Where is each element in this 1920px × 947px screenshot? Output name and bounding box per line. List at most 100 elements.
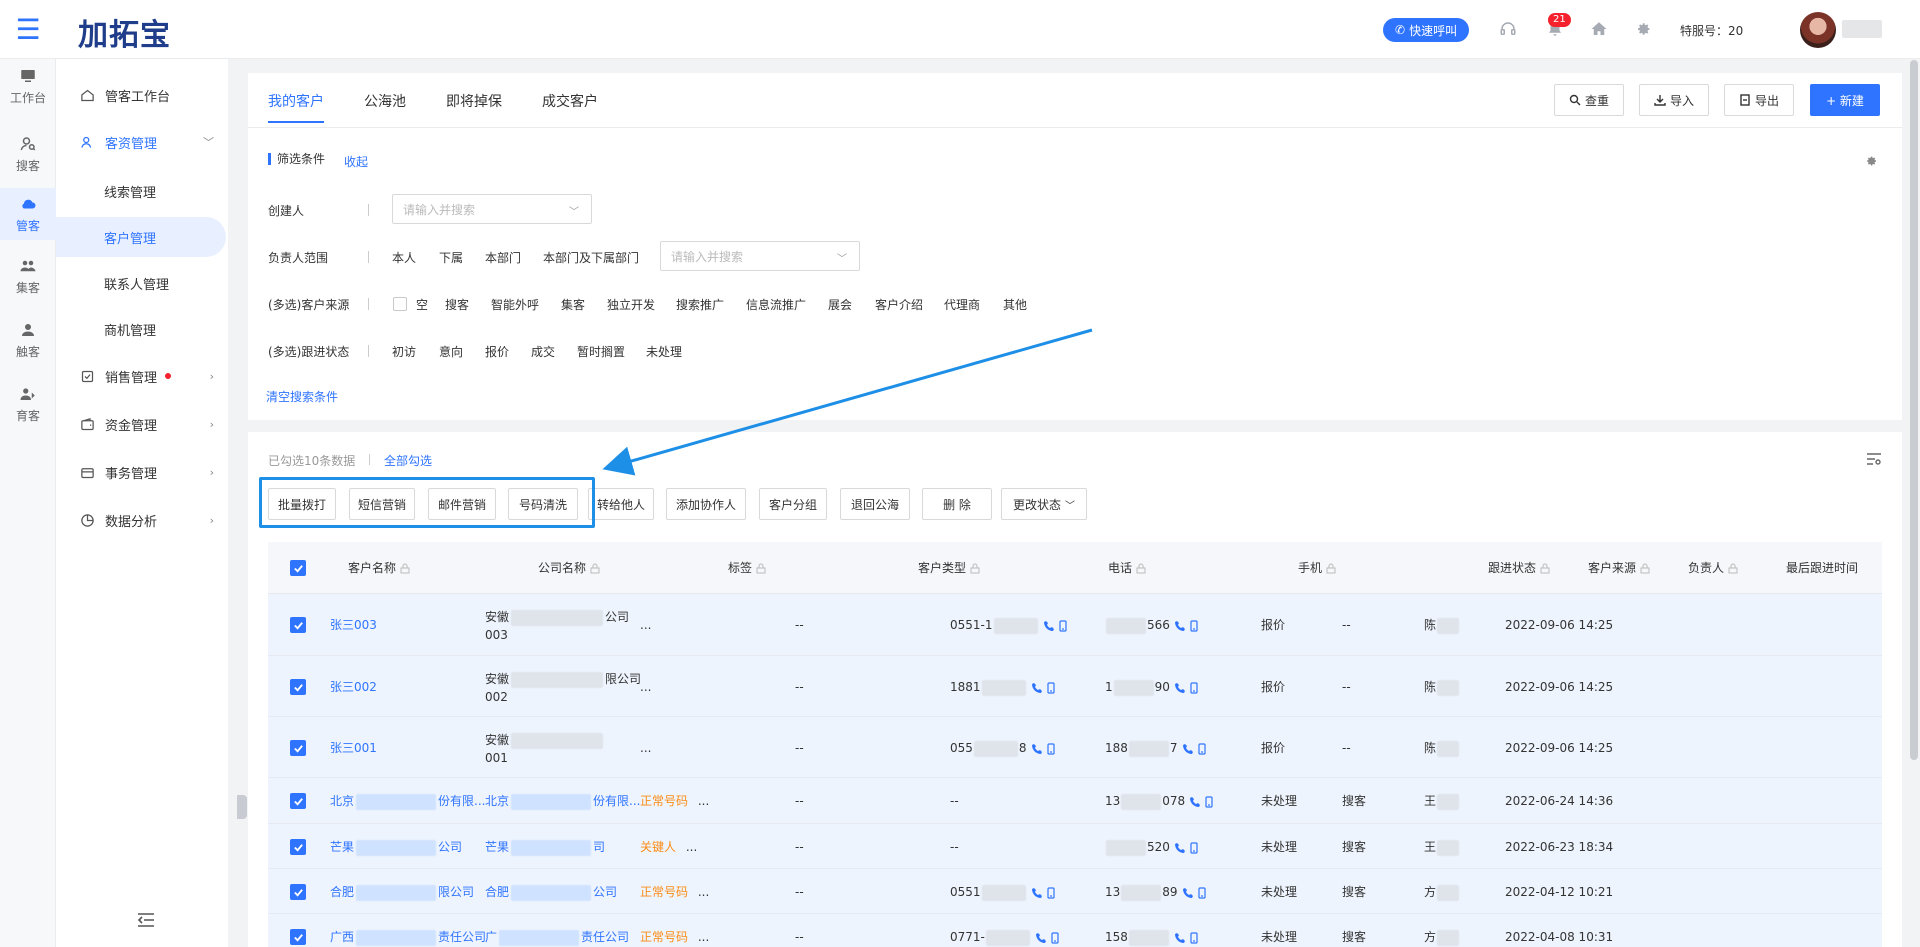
rail-item-workbench[interactable]: 工作台 [0, 60, 56, 112]
mobile-call-icon[interactable] [1045, 681, 1057, 694]
mobile-call-icon[interactable] [1045, 742, 1057, 755]
source-option-feed-ads[interactable]: 信息流推广 [746, 296, 806, 313]
mobile-call-icon[interactable] [1188, 681, 1200, 694]
rail-item-manage-customers[interactable]: 管客 [0, 188, 56, 240]
column-header[interactable]: 客户类型 [918, 559, 980, 577]
table-row[interactable]: 张三002 安徽 限公司 002... -- 1881 1 90 报价 -- 陈 2022-09-06… [268, 656, 1882, 717]
hamburger-menu-icon[interactable]: ☰ [0, 0, 56, 59]
column-header[interactable]: 负责人 [1688, 559, 1738, 577]
export-button[interactable]: 导出 [1724, 84, 1794, 116]
side-item-customer-resources[interactable]: 客资管理 ﹀ [56, 122, 228, 162]
column-header[interactable]: 最后跟进时间 [1786, 559, 1858, 577]
column-settings-icon[interactable] [1866, 452, 1882, 466]
company-name-link[interactable]: 广责任公司 [485, 928, 629, 946]
row-checkbox[interactable] [290, 929, 306, 945]
sms-marketing-button[interactable]: 短信营销 [349, 488, 415, 520]
call-icon[interactable] [1031, 887, 1043, 899]
row-checkbox[interactable] [290, 839, 306, 855]
customer-name-link[interactable]: 张三001 [330, 739, 377, 757]
quick-call-button[interactable]: ✆ 快速呼叫 [1383, 18, 1470, 42]
tab-public-pool[interactable]: 公海池 [364, 91, 406, 121]
panel-collapse-handle[interactable] [237, 795, 247, 819]
change-status-dropdown[interactable]: 更改状态 ﹀ [1001, 488, 1087, 520]
headset-icon[interactable] [1497, 18, 1519, 40]
filter-collapse-link[interactable]: 收起 [344, 153, 368, 170]
status-option-closed[interactable]: 成交 [531, 343, 555, 360]
row-checkbox[interactable] [290, 617, 306, 633]
column-header[interactable]: 公司名称 [538, 559, 600, 577]
owner-search-input[interactable]: 请输入并搜索 ﹀ [660, 241, 860, 271]
table-row[interactable]: 张三003 安徽 公司 003... -- 0551-1 566 报价 -- 陈 2022-09-0… [268, 594, 1882, 656]
settings-gear-icon[interactable] [1632, 18, 1654, 40]
call-icon[interactable] [1182, 743, 1194, 755]
tab-expiring[interactable]: 即将掉保 [446, 91, 502, 121]
delete-button[interactable]: 删 除 [922, 488, 992, 520]
status-option-on-hold[interactable]: 暂时搁置 [577, 343, 625, 360]
column-header[interactable]: 跟进状态 [1488, 559, 1550, 577]
call-icon[interactable] [1189, 796, 1201, 808]
mobile-call-icon[interactable] [1188, 931, 1200, 944]
column-header[interactable]: 标签 [728, 559, 766, 577]
side-sub-customers[interactable]: 客户管理 [56, 217, 226, 257]
customer-name-link[interactable]: 广西 责任公司 [330, 928, 486, 946]
source-option-referral[interactable]: 客户介绍 [875, 296, 923, 313]
owner-option-department[interactable]: 本部门 [485, 249, 521, 266]
customer-name-link[interactable]: 张三002 [330, 678, 377, 696]
customer-name-link[interactable]: 张三003 [330, 616, 377, 634]
select-all-link[interactable]: 全部勾选 [384, 452, 432, 469]
column-header[interactable]: 客户名称 [348, 559, 410, 577]
customer-name-link[interactable]: 合肥 限公司 [330, 883, 474, 901]
call-icon[interactable] [1035, 932, 1047, 944]
call-icon[interactable] [1043, 620, 1055, 632]
status-option-intent[interactable]: 意向 [439, 343, 463, 360]
call-icon[interactable] [1031, 682, 1043, 694]
email-marketing-button[interactable]: 邮件营销 [428, 488, 496, 520]
rail-item-gather-customers[interactable]: 集客 [0, 250, 56, 302]
customer-group-button[interactable]: 客户分组 [759, 488, 827, 520]
call-icon[interactable] [1174, 932, 1186, 944]
owner-option-self[interactable]: 本人 [392, 249, 416, 266]
rail-item-reach-customers[interactable]: 触客 [0, 314, 56, 366]
status-option-first-visit[interactable]: 初访 [392, 343, 416, 360]
side-item-affairs[interactable]: 事务管理 › [56, 452, 228, 492]
side-sub-leads[interactable]: 线索管理 [56, 171, 228, 211]
call-icon[interactable] [1031, 743, 1043, 755]
column-header[interactable]: 客户来源 [1588, 559, 1650, 577]
side-item-analysis[interactable]: 数据分析 › [56, 500, 228, 540]
page-scrollbar-thumb[interactable] [1910, 60, 1918, 760]
side-item-workbench[interactable]: 管客工作台 [56, 75, 228, 115]
call-icon[interactable] [1174, 682, 1186, 694]
collapse-sidebar-icon[interactable] [136, 912, 156, 928]
customer-name-link[interactable]: 北京 份有限... [330, 792, 485, 810]
mobile-call-icon[interactable] [1188, 619, 1200, 632]
side-sub-opportunities[interactable]: 商机管理 [56, 309, 228, 349]
owner-option-subordinates[interactable]: 下属 [439, 249, 463, 266]
status-option-quote[interactable]: 报价 [485, 343, 509, 360]
batch-call-button[interactable]: 批量拨打 [268, 488, 336, 520]
return-to-pool-button[interactable]: 退回公海 [840, 488, 910, 520]
table-row[interactable]: 合肥 限公司 合肥 公司 正常号码 ... -- 0551 13 89 未处理 搜客 方 2022-04… [268, 869, 1882, 914]
source-option-expo[interactable]: 展会 [828, 296, 852, 313]
tab-my-customers[interactable]: 我的客户 [268, 91, 324, 123]
row-checkbox[interactable] [290, 793, 306, 809]
mobile-call-icon[interactable] [1188, 841, 1200, 854]
column-header[interactable]: 手机 [1298, 559, 1336, 577]
company-name-link[interactable]: 合肥 公司 [485, 883, 617, 901]
row-checkbox[interactable] [290, 884, 306, 900]
status-option-unprocessed[interactable]: 未处理 [646, 343, 682, 360]
table-row[interactable]: 广西 责任公司广责任公司 正常号码 ... -- 0771- 158 未处理 搜客 方 2022-… [268, 914, 1882, 947]
user-name-masked[interactable] [1842, 20, 1882, 38]
clear-filters-link[interactable]: 清空搜索条件 [266, 388, 338, 405]
home-icon[interactable] [1588, 18, 1610, 40]
row-checkbox[interactable] [290, 679, 306, 695]
side-sub-contacts[interactable]: 联系人管理 [56, 263, 228, 303]
mobile-call-icon[interactable] [1049, 931, 1061, 944]
company-name-link[interactable]: 芒果司 [485, 838, 605, 856]
source-option-empty[interactable]: 空 [416, 296, 428, 313]
source-empty-checkbox[interactable] [393, 297, 407, 311]
table-row[interactable]: 芒果 公司 芒果司 关键人 ... -- -- 520 未处理 搜客 王 2022-06-23 18… [268, 824, 1882, 869]
tab-closed-customers[interactable]: 成交客户 [542, 91, 598, 121]
company-name-link[interactable]: 北京 份有限... [485, 792, 640, 810]
add-collaborator-button[interactable]: 添加协作人 [666, 488, 746, 520]
mobile-call-icon[interactable] [1057, 619, 1069, 632]
